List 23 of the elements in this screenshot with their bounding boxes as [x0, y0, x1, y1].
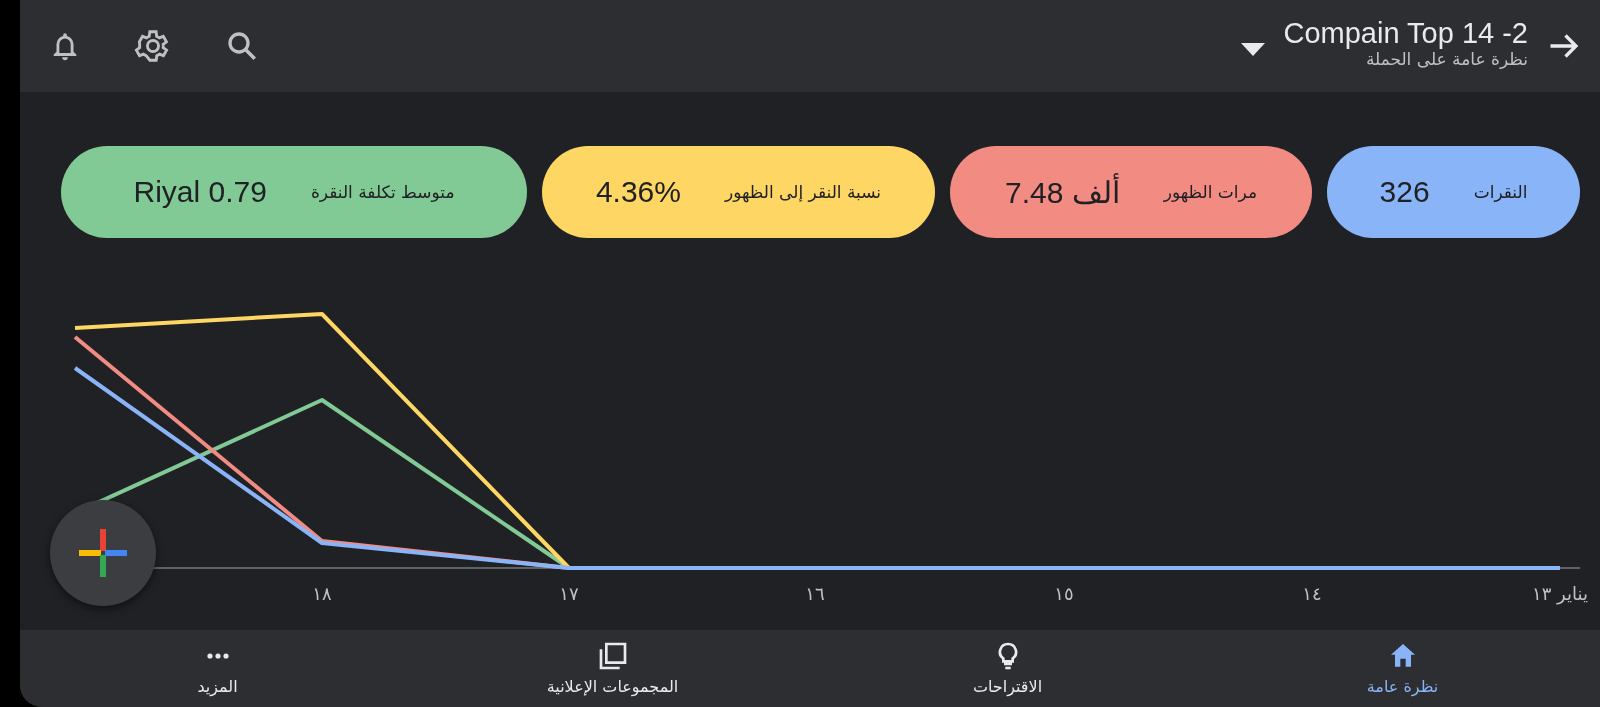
metric-value: Riyal 0.79 [133, 175, 267, 209]
nav-tab[interactable]: المجموعات الإعلانية [415, 630, 810, 707]
nav-tab[interactable]: نظرة عامة [1205, 630, 1600, 707]
axis-label: ١٦ [805, 583, 825, 604]
nav-tab[interactable]: الاقتراحات [810, 630, 1205, 707]
axis-label: ١٧ [559, 583, 579, 604]
nav-tab[interactable]: المزيد [20, 630, 415, 707]
metric-value: 326 [1379, 175, 1430, 209]
axis-label: يناير ١٣ [1532, 583, 1588, 604]
axis-label: ١٥ [1054, 583, 1074, 604]
campaign-subtitle: نظرة عامة على الحملة [1365, 50, 1528, 69]
metric-label: النقرات [1473, 182, 1528, 202]
metric-value: 7.48 ألف [1005, 174, 1120, 210]
metric-card[interactable]: مرات الظهور 7.48 ألف [950, 146, 1312, 238]
axis-label: ١٤ [1302, 583, 1322, 604]
dropdown-caret-icon[interactable] [1241, 43, 1266, 57]
campaign-title: Compain Top 14 -2 [1283, 17, 1528, 51]
metric-label: نسبة النقر إلى الظهور [725, 182, 882, 202]
axis-label: ١٨ [312, 583, 332, 604]
metric-value: 4.36% [595, 175, 681, 209]
metric-label: متوسط تكلفة النقرة [310, 182, 455, 202]
plus-icon [79, 529, 127, 577]
metric-label: مرات الظهور [1163, 182, 1257, 202]
